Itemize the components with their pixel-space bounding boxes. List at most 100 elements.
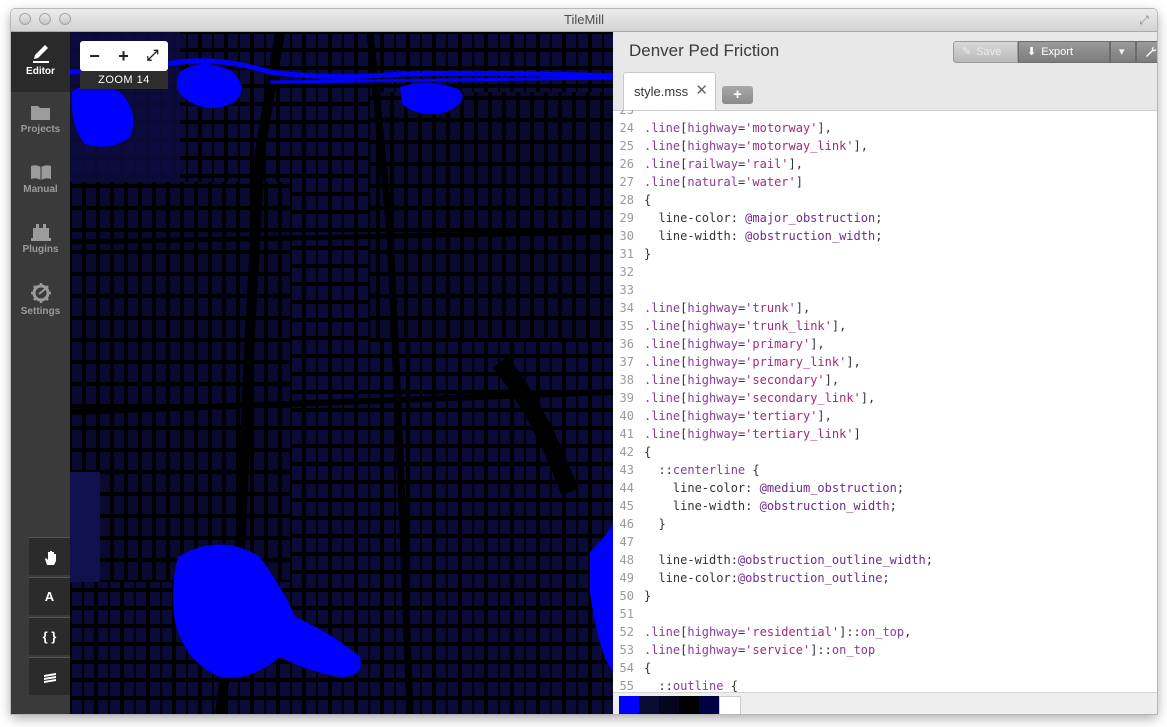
code-line[interactable]: 29 line-color: @major_obstruction;: [613, 209, 1157, 227]
code-line[interactable]: 23: [613, 110, 1157, 119]
pan-tool-button[interactable]: [29, 537, 70, 575]
sidebar-item-editor[interactable]: Editor: [11, 32, 70, 92]
font-tool-button[interactable]: A: [29, 577, 70, 615]
code-line[interactable]: 53 .line[highway='service']::on_top: [613, 641, 1157, 659]
code-line[interactable]: 36 .line[highway='primary'],: [613, 335, 1157, 353]
sidebar-item-projects[interactable]: Projects: [11, 92, 70, 152]
zoom-in-button[interactable]: +: [109, 41, 138, 71]
color-swatch[interactable]: [659, 696, 679, 714]
toolbar: ✎ Save ⬇ Export ▾: [953, 41, 1157, 63]
line-number: 32: [619, 265, 634, 279]
code-line[interactable]: 43 ::centerline {: [613, 461, 1157, 479]
code-text: .line[highway='secondary'],: [644, 373, 840, 387]
code-line[interactable]: 39 .line[highway='secondary_link'],: [613, 389, 1157, 407]
color-swatch[interactable]: [719, 696, 741, 714]
close-tab-icon[interactable]: ✕: [695, 81, 708, 99]
folder-icon: [30, 106, 50, 120]
line-number: 53: [619, 643, 634, 657]
line-number: 27: [619, 175, 634, 189]
line-number: 39: [619, 391, 634, 405]
color-swatch[interactable]: [679, 696, 699, 714]
color-palette: [613, 692, 1157, 714]
save-button[interactable]: ✎ Save: [953, 41, 1018, 63]
code-line[interactable]: 35 .line[highway='trunk_link'],: [613, 317, 1157, 335]
hand-icon: [44, 550, 56, 565]
code-text: .line[natural='water']: [644, 175, 803, 189]
code-editor[interactable]: 23 24 .line[highway='motorway'], 25 .line[hi…: [613, 110, 1157, 692]
code-text: .line[highway='service']::on_top: [644, 643, 876, 657]
code-line[interactable]: 40 .line[highway='tertiary'],: [613, 407, 1157, 425]
code-line[interactable]: 33: [613, 281, 1157, 299]
code-line[interactable]: 30 line-width: @obstruction_width;: [613, 227, 1157, 245]
sidebar-item-plugins[interactable]: Plugins: [11, 212, 70, 272]
export-button[interactable]: ⬇ Export: [1018, 41, 1110, 63]
code-line[interactable]: 48 line-width:@obstruction_outline_width…: [613, 551, 1157, 569]
code-line[interactable]: 28 {: [613, 191, 1157, 209]
code-line[interactable]: 25 .line[highway='motorway_link'],: [613, 137, 1157, 155]
gear-icon: [30, 283, 51, 303]
export-dropdown-button[interactable]: ▾: [1110, 41, 1136, 63]
code-line[interactable]: 55 ::outline {: [613, 677, 1157, 692]
code-line[interactable]: 51: [613, 605, 1157, 623]
line-number: 54: [619, 661, 634, 675]
color-swatch[interactable]: [619, 696, 639, 714]
code-line[interactable]: 26 .line[railway='rail'],: [613, 155, 1157, 173]
fullscreen-icon[interactable]: ⤢: [1137, 13, 1151, 27]
line-number: 36: [619, 337, 634, 351]
code-text: .line[railway='rail'],: [644, 157, 803, 171]
code-line[interactable]: 54 {: [613, 659, 1157, 677]
code-text: .line[highway='motorway_link'],: [644, 139, 868, 153]
zoom-out-button[interactable]: −: [80, 41, 109, 71]
sidebar-item-manual[interactable]: Manual: [11, 152, 70, 212]
code-line[interactable]: 24 .line[highway='motorway'],: [613, 119, 1157, 137]
code-line[interactable]: 34 .line[highway='trunk'],: [613, 299, 1157, 317]
line-number: 34: [619, 301, 634, 315]
code-text: }: [644, 589, 652, 603]
save-label: Save: [976, 46, 1002, 58]
download-icon: ⬇: [1027, 46, 1037, 58]
code-text: {: [644, 661, 652, 675]
carto-tool-button[interactable]: { }: [29, 617, 70, 655]
braces-icon: { }: [42, 629, 57, 644]
code-line[interactable]: 41 .line[highway='tertiary_link']: [613, 425, 1157, 443]
code-line[interactable]: 42 {: [613, 443, 1157, 461]
project-title: Denver Ped Friction: [629, 41, 780, 60]
sidebar-item-settings[interactable]: Settings: [11, 272, 70, 332]
project-settings-button[interactable]: [1136, 41, 1157, 63]
line-number: 38: [619, 373, 634, 387]
add-stylesheet-button[interactable]: +: [722, 86, 753, 104]
code-line[interactable]: 44 line-color: @medium_obstruction;: [613, 479, 1157, 497]
code-text: }: [644, 247, 652, 261]
code-text: .line[highway='residential']::on_top,: [644, 625, 912, 639]
color-swatch[interactable]: [699, 696, 719, 714]
code-line[interactable]: 45 line-width: @obstruction_width;: [613, 497, 1157, 515]
layers-tool-button[interactable]: [29, 657, 70, 695]
map-view[interactable]: − + ⤢ ZOOM 14: [70, 32, 613, 714]
line-number: 50: [619, 589, 634, 603]
color-swatch[interactable]: [639, 696, 659, 714]
tab-label: style.mss: [634, 84, 689, 99]
code-text: .line[highway='tertiary_link']: [644, 427, 861, 441]
code-line[interactable]: 47: [613, 533, 1157, 551]
code-line[interactable]: 32: [613, 263, 1157, 281]
code-line[interactable]: 49 line-color:@obstruction_outline;: [613, 569, 1157, 587]
code-line[interactable]: 31}: [613, 245, 1157, 263]
code-line[interactable]: 38 .line[highway='secondary'],: [613, 371, 1157, 389]
pencil-icon: ✎: [962, 46, 972, 58]
line-number: 23: [619, 110, 634, 117]
code-line[interactable]: 37 .line[highway='primary_link'],: [613, 353, 1157, 371]
code-line[interactable]: 27 .line[natural='water']: [613, 173, 1157, 191]
code-text: line-color:@obstruction_outline;: [644, 571, 890, 585]
code-line[interactable]: 50}: [613, 587, 1157, 605]
code-line[interactable]: 46 }: [613, 515, 1157, 533]
fullscreen-map-button[interactable]: ⤢: [138, 41, 167, 71]
sidebar: Editor Projects Manual Plugins Settings: [11, 32, 70, 714]
font-icon: A: [44, 589, 55, 604]
layers-icon: [43, 672, 56, 683]
code-line[interactable]: 52 .line[highway='residential']::on_top,: [613, 623, 1157, 641]
line-number: 24: [619, 121, 634, 135]
line-number: 28: [619, 193, 634, 207]
tab-style-mss[interactable]: style.mss ✕: [623, 72, 716, 110]
line-number: 49: [619, 571, 634, 585]
zoom-level-label: ZOOM 14: [80, 71, 168, 89]
